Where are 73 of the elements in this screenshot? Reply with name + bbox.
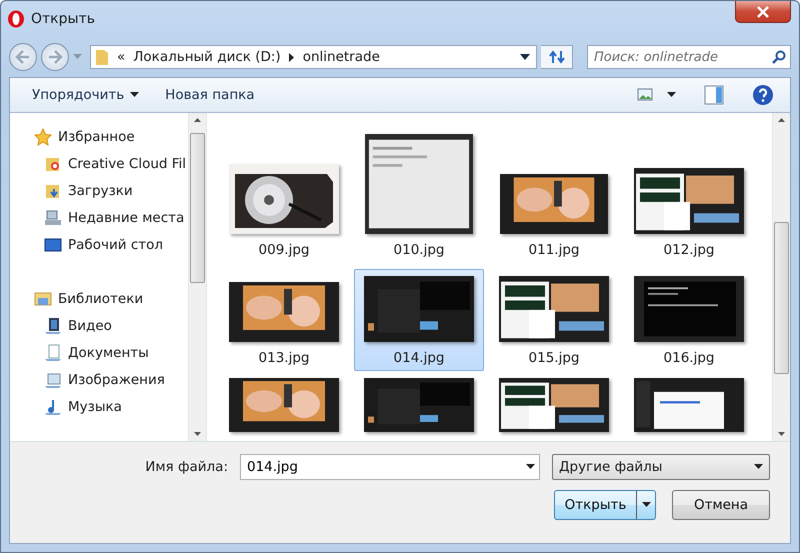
file-name: 010.jpg	[394, 242, 444, 260]
help-button[interactable]	[750, 82, 776, 108]
desktop-icon	[44, 236, 62, 254]
file-item[interactable]: 015.jpg	[489, 269, 619, 371]
file-name: 011.jpg	[528, 242, 580, 260]
pictures-icon	[44, 370, 62, 388]
caret-icon	[754, 464, 763, 470]
file-item[interactable]: 011.jpg	[489, 127, 619, 263]
scrollbar[interactable]	[188, 113, 206, 441]
address-bar[interactable]: « Локальный диск (D:) onlinetrade	[90, 45, 537, 69]
music-icon	[44, 398, 62, 416]
scrollbar-thumb[interactable]	[774, 222, 789, 374]
file-name: 016.jpg	[664, 350, 714, 368]
filename-combo-box[interactable]: 014.jpg	[240, 454, 540, 480]
right-arrow-icon	[47, 50, 63, 64]
sidebar-item[interactable]: Музыка	[44, 393, 188, 420]
overflow-chevron[interactable]: «	[117, 49, 126, 65]
filename-field[interactable]: 014.jpg	[245, 458, 526, 476]
left-arrow-icon	[15, 50, 31, 64]
search-box[interactable]: Поиск: onlinetrade	[587, 45, 791, 69]
search-icon	[772, 50, 786, 64]
open-button[interactable]: Открыть	[554, 490, 656, 520]
sidebar-item[interactable]: Документы	[44, 339, 188, 366]
sidebar-item[interactable]: Изображения	[44, 366, 188, 393]
file-name: 013.jpg	[258, 350, 310, 368]
video-icon	[44, 316, 62, 334]
sidebar-item[interactable]: Видео	[44, 312, 188, 339]
sidebar-item[interactable]: Недавние места	[44, 204, 188, 231]
caret-icon	[667, 92, 676, 98]
field-label: Имя файла:	[145, 459, 228, 475]
scrollbar[interactable]	[772, 113, 790, 441]
forward-button[interactable]	[41, 43, 69, 71]
file-item[interactable]: 014.jpg	[354, 269, 484, 371]
sidebar-item[interactable]: Рабочий стол	[44, 231, 188, 258]
caret-icon	[130, 92, 140, 98]
close-icon	[756, 6, 770, 18]
sidebar-group[interactable]: Библиотеки	[34, 285, 188, 312]
up-down-arrows-icon	[548, 50, 566, 64]
breadcrumb[interactable]: Локальный диск (D:)	[133, 49, 281, 65]
file-type-dropdown[interactable]: Другие файлы	[552, 454, 770, 480]
file-item[interactable]: 010.jpg	[354, 127, 484, 263]
back-button[interactable]	[9, 43, 37, 71]
cancel-button[interactable]: Отмена	[672, 490, 770, 520]
file-item[interactable]: 012.jpg	[624, 127, 754, 263]
file-name: 015.jpg	[528, 350, 580, 368]
window-title: Открыть	[31, 11, 95, 27]
folder-icon	[95, 48, 109, 66]
dropdown-caret-icon	[526, 464, 535, 470]
libraries-icon	[34, 290, 52, 308]
breadcrumb[interactable]: onlinetrade	[302, 49, 380, 65]
preview-pane-button[interactable]	[702, 83, 726, 107]
documents-icon	[44, 344, 62, 362]
app-icon	[7, 10, 25, 28]
address-dropdown-icon[interactable]	[520, 54, 530, 60]
sidebar-group[interactable]: Избранное	[34, 123, 188, 150]
file-name: 014.jpg	[394, 350, 444, 368]
close-button[interactable]	[735, 1, 791, 23]
file-item[interactable]: 009.jpg	[219, 127, 349, 263]
refresh-button[interactable]	[541, 45, 573, 69]
favorites-icon	[34, 128, 52, 146]
file-name: 009.jpg	[258, 242, 310, 260]
recent-icon	[44, 208, 62, 226]
separator-arrow-icon[interactable]	[288, 52, 295, 62]
scrollbar-thumb[interactable]	[190, 133, 205, 283]
sidebar-item[interactable]: Creative Cloud Fil	[44, 150, 188, 177]
organize-menu[interactable]: Упорядочить	[24, 83, 148, 107]
search-field[interactable]: Поиск: onlinetrade	[592, 48, 772, 66]
caret-icon	[642, 502, 650, 508]
new-folder-button[interactable]: Новая папка	[157, 83, 263, 107]
file-item[interactable]: 016.jpg	[624, 269, 754, 371]
file-name: 012.jpg	[664, 242, 714, 260]
sidebar-item[interactable]: Загрузки	[44, 177, 188, 204]
file-item[interactable]: 013.jpg	[219, 269, 349, 371]
